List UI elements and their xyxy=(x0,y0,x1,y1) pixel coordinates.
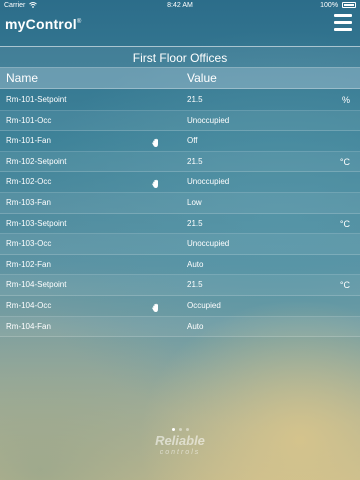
page-dot[interactable] xyxy=(185,428,189,431)
point-name: Rm-104-Setpoint xyxy=(6,280,67,290)
point-unit: °C xyxy=(339,218,350,229)
point-name: Rm-103-Fan xyxy=(6,197,51,207)
point-value: Auto xyxy=(187,259,204,269)
point-value: Low xyxy=(187,197,202,207)
page-dot[interactable] xyxy=(171,428,175,431)
table-row[interactable]: Rm-101-Setpoint 21.5% xyxy=(0,90,360,111)
brand-logo-line1: Reliable xyxy=(155,433,205,448)
point-value: Auto xyxy=(187,321,204,331)
point-name: Rm-103-Setpoint xyxy=(6,218,67,228)
hamburger-icon-bar xyxy=(334,21,352,24)
point-value: 21.5 xyxy=(187,95,203,104)
table-row[interactable]: Rm-102-Occ Unoccupied xyxy=(0,172,360,193)
table-row[interactable]: Rm-103-Occ Unoccupied xyxy=(0,234,360,255)
battery-percent: 100% xyxy=(320,2,339,9)
table-row[interactable]: Rm-103-Fan Low xyxy=(0,192,360,214)
page-title: First Floor Offices xyxy=(0,46,360,68)
battery-icon xyxy=(342,2,356,8)
status-time: 8:42 AM xyxy=(167,2,193,9)
hand-icon xyxy=(151,301,161,312)
registered-mark: ® xyxy=(76,19,82,25)
point-name: Rm-102-Fan xyxy=(6,259,51,269)
hand-icon xyxy=(151,136,161,148)
point-name: Rm-103-Occ xyxy=(6,239,52,249)
point-name: Rm-102-Setpoint xyxy=(6,156,67,166)
point-unit: % xyxy=(341,95,350,105)
hamburger-icon-bar xyxy=(334,14,352,17)
app-header: myControl® xyxy=(0,11,360,45)
brand-logo-line2: controls xyxy=(159,449,201,456)
table-row[interactable]: Rm-101-Fan Off xyxy=(0,131,360,152)
point-value: 21.5 xyxy=(187,156,203,166)
menu-button[interactable] xyxy=(334,14,352,34)
table-header: Name Value xyxy=(0,68,360,89)
point-value: 21.5 xyxy=(187,280,203,290)
point-name: Rm-101-Setpoint xyxy=(6,95,67,104)
table-row[interactable]: Rm-101-Occ Unoccupied xyxy=(0,110,360,132)
hamburger-icon-bar xyxy=(334,28,352,31)
column-header-name: Name xyxy=(6,71,39,85)
point-value: Off xyxy=(187,136,198,146)
point-value: 21.5 xyxy=(187,218,203,228)
table-row[interactable]: Rm-104-Occ Occupied xyxy=(0,296,360,317)
table-row[interactable]: Rm-102-Setpoint 21.5 °C xyxy=(0,151,360,173)
point-value: Unoccupied xyxy=(187,115,230,125)
point-name: Rm-102-Occ xyxy=(6,177,52,187)
point-name: Rm-101-Occ xyxy=(6,115,52,125)
status-bar: Carrier 8:42 AM 100% xyxy=(0,0,360,11)
points-table: Rm-101-Setpoint 21.5% Rm-101-Occ Unoccupied… xyxy=(0,90,360,338)
table-row[interactable]: Rm-102-Fan Auto xyxy=(0,255,360,276)
table-row[interactable]: Rm-103-Setpoint 21.5 °C xyxy=(0,214,360,235)
column-header-value: Value xyxy=(187,71,217,85)
point-unit: °C xyxy=(339,156,350,167)
page-dot[interactable] xyxy=(178,428,182,431)
point-unit: °C xyxy=(339,280,350,291)
point-value: Unoccupied xyxy=(187,239,230,249)
page-indicator xyxy=(0,418,360,431)
app-logo: myControl® xyxy=(5,16,81,32)
point-name: Rm-101-Fan xyxy=(6,136,51,146)
battery-indicator: 100% xyxy=(320,0,356,11)
point-name: Rm-104-Fan xyxy=(6,321,51,331)
point-value: Unoccupied xyxy=(187,177,230,187)
app-logo-text: myControl xyxy=(5,16,77,32)
table-row[interactable]: Rm-104-Fan Auto xyxy=(0,316,360,338)
point-value: Occupied xyxy=(187,300,221,310)
point-name: Rm-104-Occ xyxy=(6,300,52,310)
hand-icon xyxy=(151,177,161,189)
brand-logo: Reliable controls xyxy=(130,434,230,462)
table-row[interactable]: Rm-104-Setpoint 21.5 °C xyxy=(0,275,360,296)
